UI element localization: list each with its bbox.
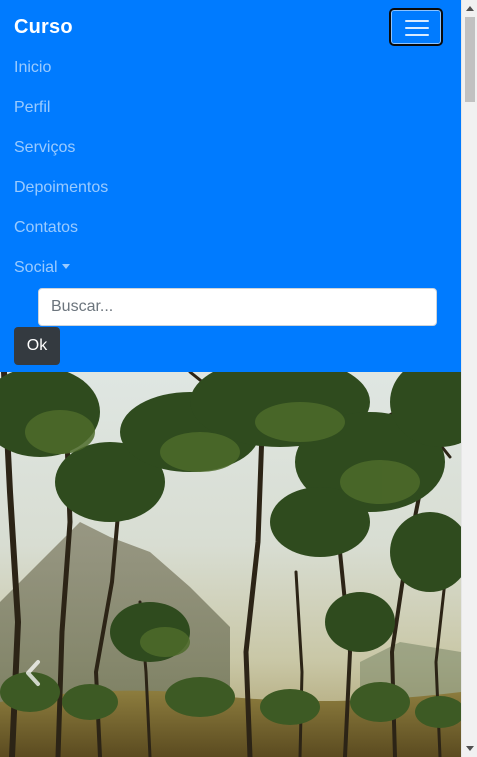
navbar-toggler-button[interactable]: [389, 8, 443, 46]
nav-item-inicio[interactable]: Inicio: [14, 59, 51, 77]
carousel-prev-button[interactable]: [20, 658, 46, 688]
nav-item-perfil[interactable]: Perfil: [14, 99, 50, 117]
scroll-up-arrow-icon[interactable]: [466, 6, 474, 11]
search-input[interactable]: [38, 288, 437, 326]
chevron-left-icon: [26, 660, 40, 686]
caret-down-icon: [61, 264, 70, 269]
scrollbar-thumb[interactable]: [465, 17, 475, 102]
scroll-down-arrow-icon[interactable]: [466, 746, 474, 751]
browser-viewport: Curso Inicio Perfil Serviços Depoimentos…: [0, 0, 461, 757]
carousel-forest-image: [0, 372, 461, 757]
hamburger-icon: [405, 20, 429, 36]
navbar: Curso Inicio Perfil Serviços Depoimentos…: [0, 0, 461, 372]
navbar-brand[interactable]: Curso: [14, 16, 73, 39]
nav-item-social-dropdown[interactable]: Social: [14, 259, 70, 277]
image-carousel: [0, 372, 461, 757]
nav-item-servicos[interactable]: Serviços: [14, 139, 75, 157]
search-ok-button[interactable]: Ok: [14, 327, 60, 365]
nav-item-depoimentos[interactable]: Depoimentos: [14, 179, 108, 197]
page: Curso Inicio Perfil Serviços Depoimentos…: [0, 0, 477, 757]
vertical-scrollbar[interactable]: [461, 0, 477, 757]
nav-item-contatos[interactable]: Contatos: [14, 219, 78, 237]
nav-item-social-label: Social: [14, 259, 58, 276]
